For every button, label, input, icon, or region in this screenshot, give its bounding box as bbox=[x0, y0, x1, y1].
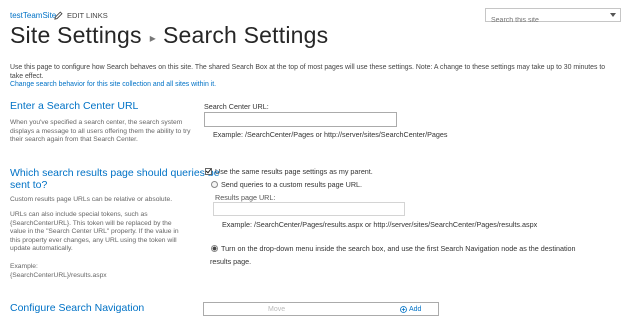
search-scope-dropdown-icon[interactable] bbox=[610, 13, 616, 17]
results-url-field[interactable] bbox=[213, 202, 405, 216]
breadcrumb-site-settings[interactable]: Site Settings bbox=[10, 22, 142, 49]
results-desc-tokens-line: this property ever changes, any URL usin… bbox=[10, 236, 177, 244]
results-desc-tokens: URLs can also include special tokens, su… bbox=[10, 211, 205, 254]
site-collection-search-link[interactable]: Change search behavior for this site col… bbox=[10, 81, 216, 88]
search-center-url-field[interactable] bbox=[204, 112, 397, 127]
use-parent-checkbox[interactable] bbox=[205, 168, 212, 175]
results-desc-tokens-line: update automatically. bbox=[10, 245, 73, 253]
add-icon bbox=[400, 306, 407, 313]
results-url-example: Example: /SearchCenter/Pages/results.asp… bbox=[222, 220, 538, 229]
dropdown-navigation-option[interactable]: Turn on the drop-down menu inside the se… bbox=[211, 244, 576, 253]
results-page-heading: Which search results page should queries… bbox=[10, 167, 220, 191]
results-desc-tokens-line: URLs can also include special tokens, su… bbox=[10, 211, 148, 218]
site-search-box[interactable] bbox=[485, 8, 621, 27]
custom-results-radio[interactable] bbox=[211, 181, 218, 188]
edit-links-button[interactable]: EDIT LINKS bbox=[54, 11, 108, 20]
results-desc-tokens-line: {SearchCenterURL}. This token will be re… bbox=[10, 219, 172, 227]
dropdown-navigation-label: Turn on the drop-down menu inside the se… bbox=[221, 244, 576, 253]
results-desc-example-value: {SearchCenterURL}/results.aspx bbox=[10, 271, 107, 279]
search-navigation-toolbar: Move Add bbox=[203, 302, 439, 316]
use-parent-settings-option[interactable]: Use the same results page settings as my… bbox=[205, 167, 373, 176]
search-center-example: Example: /SearchCenter/Pages or http://s… bbox=[213, 130, 448, 139]
use-parent-label: Use the same results page settings as my… bbox=[215, 167, 373, 176]
custom-results-label: Send queries to a custom results page UR… bbox=[221, 180, 363, 189]
dropdown-navigation-label-cont: results page. bbox=[210, 257, 252, 266]
breadcrumb-separator-icon: ▸ bbox=[149, 30, 156, 45]
search-center-url-label: Search Center URL: bbox=[204, 102, 269, 111]
pencil-icon bbox=[54, 11, 63, 20]
results-desc-relative: Custom results page URLs can be relative… bbox=[10, 196, 173, 203]
move-button[interactable]: Move bbox=[268, 306, 285, 313]
search-input[interactable] bbox=[486, 14, 601, 27]
site-name-link[interactable]: testTeamSite bbox=[10, 11, 56, 20]
results-page-heading-line2: sent to? bbox=[10, 179, 48, 191]
search-center-description: When you've specified a search center, t… bbox=[10, 119, 191, 144]
breadcrumb-current: Search Settings bbox=[162, 22, 329, 48]
search-center-heading: Enter a Search Center URL bbox=[10, 100, 139, 112]
results-url-label: Results page URL: bbox=[215, 193, 276, 202]
add-label: Add bbox=[409, 306, 422, 313]
results-page-heading-line1: Which search results page should queries… bbox=[10, 167, 220, 179]
dropdown-navigation-radio[interactable] bbox=[211, 245, 218, 252]
results-desc-tokens-line: value in the "Search Center URL" propert… bbox=[10, 228, 179, 236]
custom-results-page-option[interactable]: Send queries to a custom results page UR… bbox=[211, 180, 362, 189]
intro-text: Use this page to configure how Search be… bbox=[10, 64, 606, 80]
add-button[interactable]: Add bbox=[400, 306, 421, 313]
search-navigation-heading: Configure Search Navigation bbox=[10, 302, 145, 314]
edit-links-label: EDIT LINKS bbox=[67, 11, 108, 20]
results-desc-example-label: Example: bbox=[10, 263, 38, 270]
page-title: Site Settings ▸ Search Settings bbox=[10, 22, 328, 49]
results-desc-example: Example: {SearchCenterURL}/results.aspx bbox=[10, 263, 107, 280]
